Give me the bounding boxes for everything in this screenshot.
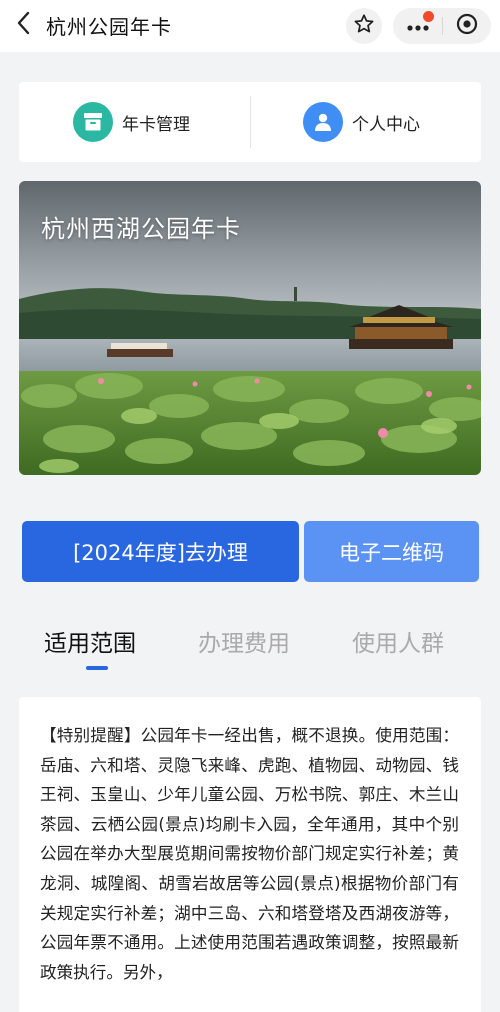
banner-title: 杭州西湖公园年卡 bbox=[41, 215, 241, 243]
tab-scope[interactable]: 适用范围 bbox=[44, 624, 136, 658]
user-icon bbox=[303, 102, 343, 142]
tab-active-indicator bbox=[86, 666, 108, 670]
entry-divider bbox=[250, 96, 251, 148]
notification-dot bbox=[423, 11, 434, 22]
content-card: 【特别提醒】公园年卡一经出售，概不退换。使用范围：岳庙、六和塔、灵隐飞来峰、虎跑… bbox=[19, 697, 481, 1012]
tab-fee[interactable]: 办理费用 bbox=[198, 624, 290, 658]
more-button[interactable] bbox=[393, 8, 442, 44]
close-button[interactable] bbox=[443, 8, 491, 44]
qr-code-button[interactable]: 电子二维码 bbox=[304, 521, 479, 582]
mini-program-capsule bbox=[393, 8, 491, 44]
star-icon bbox=[353, 13, 375, 39]
tab-users[interactable]: 使用人群 bbox=[352, 624, 444, 658]
banner-image[interactable]: 杭州西湖公园年卡 bbox=[19, 181, 481, 475]
favorite-button[interactable] bbox=[346, 8, 382, 44]
close-circle-icon bbox=[456, 13, 478, 39]
top-bar: 杭州公园年卡 bbox=[0, 0, 500, 52]
page-title: 杭州公园年卡 bbox=[46, 15, 172, 39]
scope-description: 【特别提醒】公园年卡一经出售，概不退换。使用范围：岳庙、六和塔、灵隐飞来峰、虎跑… bbox=[40, 726, 459, 982]
apply-button[interactable]: [2024年度]去办理 bbox=[22, 521, 299, 582]
annual-card-label: 年卡管理 bbox=[122, 114, 190, 135]
entry-card: 年卡管理 个人中心 bbox=[19, 82, 481, 162]
back-button[interactable] bbox=[10, 10, 38, 40]
personal-center-entry[interactable]: 个人中心 bbox=[303, 82, 420, 162]
card-box-icon bbox=[73, 102, 113, 142]
back-arrow-icon bbox=[16, 11, 32, 39]
personal-center-label: 个人中心 bbox=[352, 114, 420, 135]
annual-card-entry[interactable]: 年卡管理 bbox=[73, 82, 190, 162]
